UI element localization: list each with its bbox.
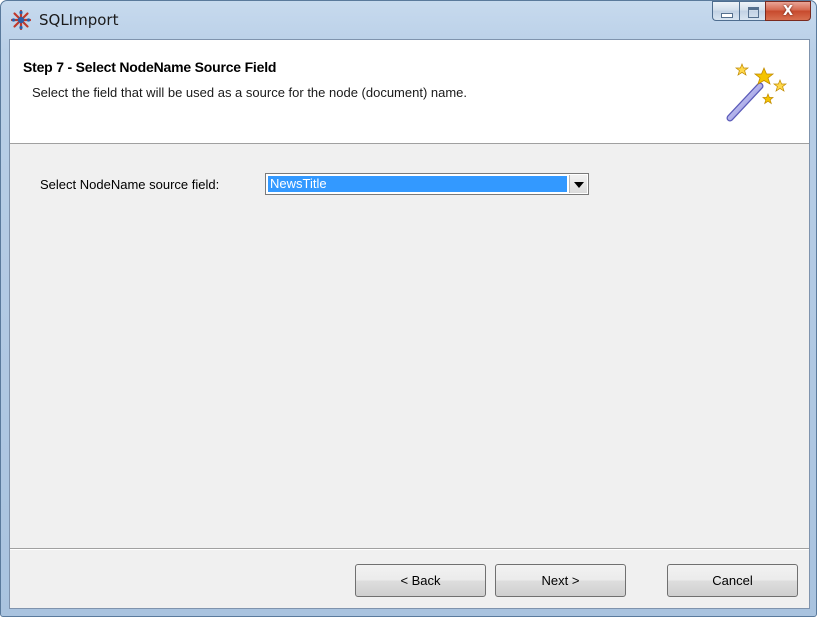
nodename-field-label: Select NodeName source field: — [40, 177, 220, 192]
minimize-button[interactable] — [712, 1, 739, 21]
window-title: SQLImport — [39, 11, 119, 29]
nodename-source-field-select[interactable]: NewsTitle — [265, 173, 589, 195]
maximize-button[interactable] — [739, 1, 765, 21]
step-title: Step 7 - Select NodeName Source Field — [23, 59, 277, 75]
sqlimport-window: SQLImport X Step 7 - Select NodeName Sou… — [0, 0, 817, 617]
app-icon — [11, 10, 31, 30]
step-description: Select the field that will be used as a … — [32, 85, 468, 100]
cancel-button[interactable]: Cancel — [667, 564, 798, 597]
title-bar[interactable]: SQLImport X — [1, 1, 816, 39]
selected-field-value: NewsTitle — [267, 175, 568, 193]
close-button[interactable]: X — [765, 1, 811, 21]
footer-divider — [10, 548, 809, 550]
back-button[interactable]: < Back — [355, 564, 486, 597]
magic-wand-icon — [726, 63, 788, 122]
wizard-header: Step 7 - Select NodeName Source Field Se… — [10, 40, 809, 144]
chevron-down-icon[interactable] — [569, 175, 587, 193]
next-button[interactable]: Next > — [495, 564, 626, 597]
wizard-client-area: Step 7 - Select NodeName Source Field Se… — [9, 39, 810, 609]
caption-buttons: X — [712, 1, 811, 22]
close-icon: X — [782, 4, 794, 19]
